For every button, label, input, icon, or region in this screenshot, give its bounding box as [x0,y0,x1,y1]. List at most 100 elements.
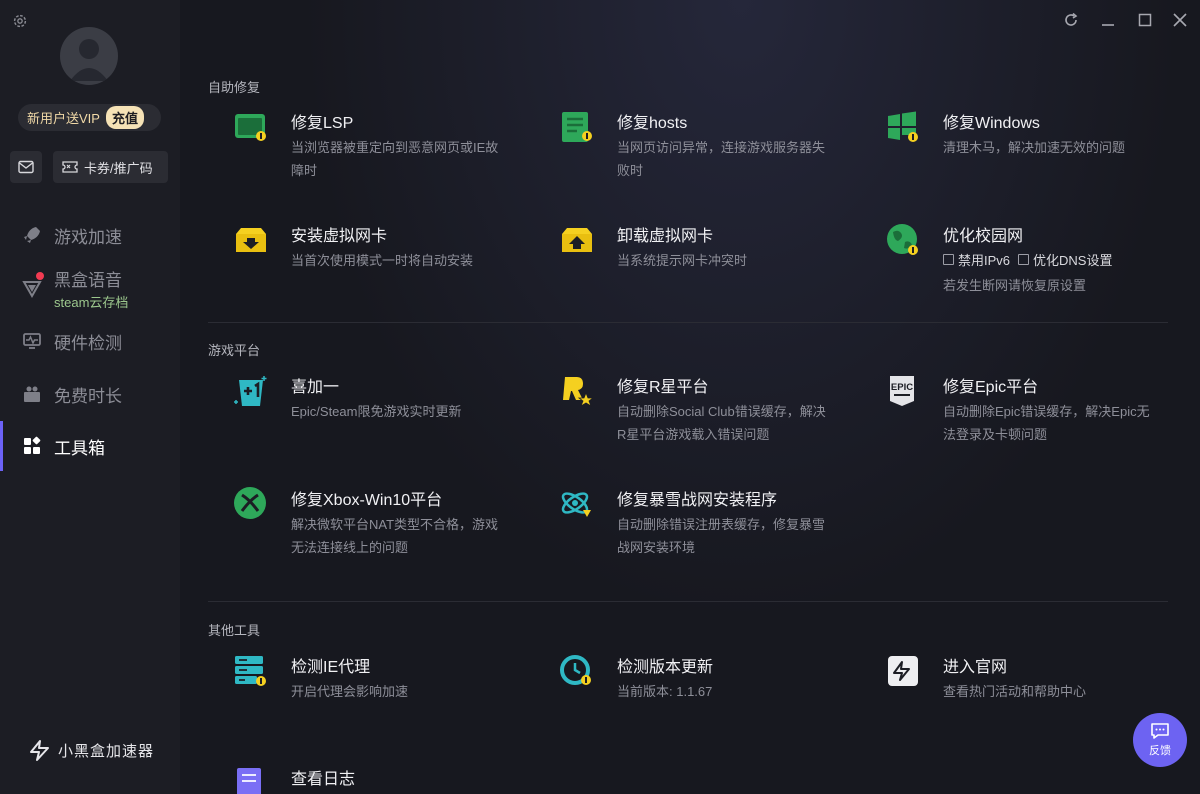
tool-description: 自动删除Epic错误缓存，解决Epic无法登录及卡顿问题 [943,404,1150,442]
maximize-button[interactable] [1135,10,1155,30]
tool-description: 当网页访问异常，连接游戏服务器失败时 [617,140,826,178]
tool-description: 当浏览器被重定向到恶意网页或IE故障时 [291,140,499,178]
update-icon [560,655,591,685]
refresh-icon [1065,12,1078,26]
nav-item-free-time[interactable]: 免费时长 [0,369,180,419]
tool-description: 查看热门活动和帮助中心 [943,684,1087,699]
refresh-button[interactable] [1061,10,1081,30]
close-button[interactable] [1170,10,1190,30]
website-icon [888,656,918,686]
tool-name: 喜加一 [291,379,340,396]
nav-item-game-boost[interactable]: 游戏加速 [0,210,180,260]
optimize-dns-checkbox[interactable]: 优化DNS设置 [1018,250,1112,269]
battlenet-icon [561,492,591,517]
uninstall-nic-icon [562,228,592,252]
install-nic-icon [236,228,266,252]
tool-name: 修复Xbox-Win10平台 [291,492,443,509]
tool-description: 若发生断网请恢复原设置 [943,278,1087,293]
log-icon [237,768,261,794]
tool-description: 当前版本: 1.1.67 [617,684,713,699]
close-icon [1173,13,1187,27]
tool-name: 检测IE代理 [291,659,371,676]
lightning-logo-icon [30,740,49,761]
charge-button[interactable]: 充值 [105,106,144,129]
globe-icon [887,224,918,255]
nav-item-toolbox[interactable]: 工具箱 [0,421,180,471]
tool-name: 进入官网 [943,659,1008,676]
nav-label: 免费时长 [54,386,122,406]
vip-promo-pill[interactable]: 新用户送VIP 充值 [18,104,161,131]
minimize-button[interactable] [1098,10,1118,30]
section-title-game-platform: 游戏平台 [208,343,261,358]
nav-label: 游戏加速 [54,227,122,247]
checkbox-box[interactable] [943,254,954,265]
section-divider [208,322,1168,323]
ticket-icon [62,161,78,173]
nav-label: 硬件检测 [54,333,122,353]
tool-name: 修复hosts [617,115,688,132]
tool-description: 自动删除Social Club错误缓存，解决R星平台游戏载入错误问题 [617,404,826,442]
vip-promo-text: 新用户送VIP [27,111,100,126]
notification-dot [36,272,44,280]
tool-name: 修复R星平台 [617,379,709,396]
section-title-self-repair: 自助修复 [208,80,261,95]
coupon-button[interactable]: 卡券/推广码 [53,151,168,183]
checkbox-label: 优化DNS设置 [1033,253,1113,268]
toolbox-main: 自助修复 修复LSP 当浏览器被重定向到恶意网页或IE故障时 修复hosts 当… [180,0,1200,794]
windows-repair-icon [888,111,918,142]
feedback-button[interactable]: 反馈 [1133,713,1187,767]
campus-options: 禁用IPv6 优化DNS设置 [943,250,1112,269]
brand-name: 小黑盒加速器 [58,742,155,760]
tool-name: 查看日志 [291,771,356,788]
minimize-icon [1102,24,1114,26]
server-icon [235,656,266,686]
tool-name: 修复LSP [291,115,354,132]
coupon-label: 卡券/推广码 [84,160,153,176]
tool-description: Epic/Steam限免游戏实时更新 [291,404,462,419]
xbox-icon [234,487,266,519]
section-title-other-tools: 其他工具 [208,623,261,638]
gift-icon [24,386,40,402]
avatar[interactable] [60,27,118,85]
mail-button[interactable] [10,151,42,183]
lsp-repair-icon [235,114,266,141]
feedback-label: 反馈 [1149,745,1171,757]
tool-name: 优化校园网 [943,228,1024,245]
checkbox-box[interactable] [1018,254,1030,265]
maximize-icon [1138,13,1152,27]
nav-sublabel: steam云存档 [54,294,129,310]
tool-name: 卸载虚拟网卡 [617,228,714,245]
brand-logo: 小黑盒加速器 [28,738,154,762]
tool-description: 自动删除错误注册表缓存，修复暴雪战网安装环境 [617,517,826,555]
tool-description: 开启代理会影响加速 [291,684,409,699]
disable-ipv6-checkbox[interactable]: 禁用IPv6 [943,250,1010,269]
epic-icon: EPIC [890,376,914,406]
tool-name: 修复Epic平台 [943,379,1039,396]
tool-name: 修复Windows [943,115,1040,132]
voice-icon [22,281,42,298]
svg-text:EPIC: EPIC [891,382,913,393]
nav-label: 工具箱 [54,438,105,458]
monitor-icon [23,333,41,349]
tool-description: 清理木马，解决加速无效的问题 [943,140,1126,155]
nav-item-hardware[interactable]: 硬件检测 [0,316,180,366]
tool-name: 检测版本更新 [617,659,714,676]
chat-bubble-icon [1151,723,1169,739]
rocket-icon [24,227,40,243]
plus-one-icon [234,376,267,406]
mail-icon [18,160,34,174]
tool-name: 安装虚拟网卡 [291,228,388,245]
tool-description: 解决微软平台NAT类型不合格，游戏无法连接线上的问题 [291,517,499,555]
rockstar-icon [563,377,595,407]
section-divider [208,601,1168,602]
nav-label: 黑盒语音 [54,270,122,290]
nav-item-voice[interactable]: 黑盒语音 steam云存档 [0,262,180,314]
tool-name: 修复暴雪战网安装程序 [617,492,778,509]
gear-icon[interactable] [11,12,29,30]
tool-description: 当系统提示网卡冲突时 [617,253,748,268]
hosts-repair-icon [562,112,592,142]
tool-description: 当首次使用模式一时将自动安装 [291,253,474,268]
sidebar: 新用户送VIP 充值 卡券/推广码 游戏加速 黑盒语音 steam云存档 硬件检… [0,0,180,794]
checkbox-label: 禁用IPv6 [958,253,1011,268]
grid-icon [24,436,41,454]
